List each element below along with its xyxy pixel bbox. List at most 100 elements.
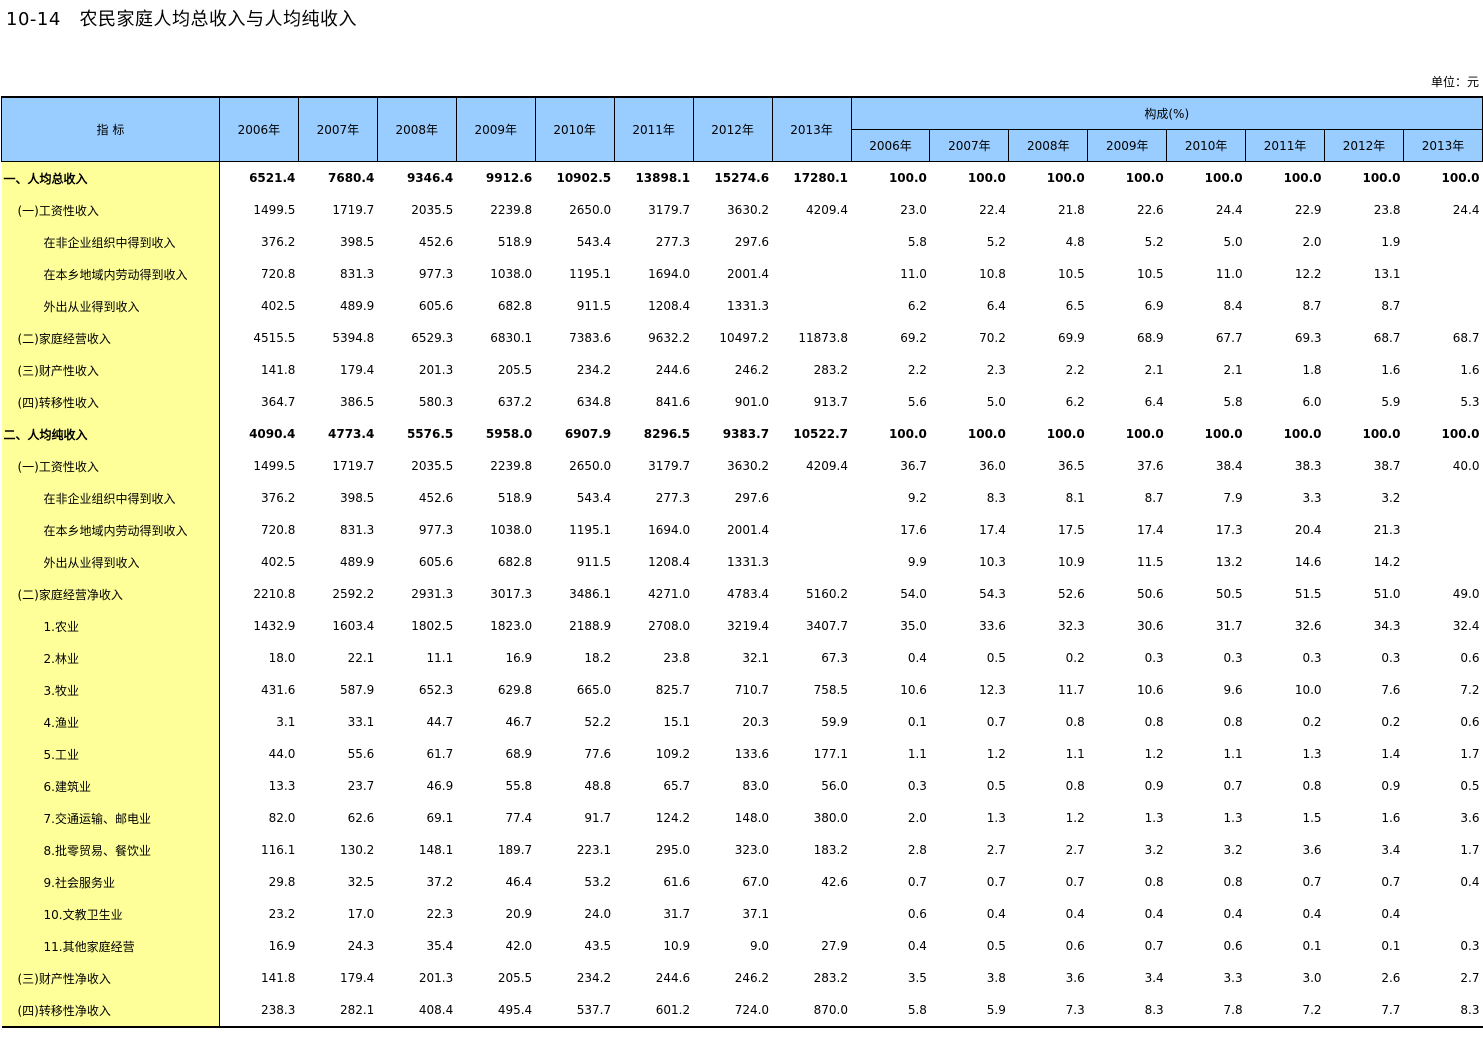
indicator-header: 指 标 [1, 96, 220, 162]
composition-header: 构成(%) [850, 96, 1483, 130]
composition-cell: 10.5 [1058, 267, 1085, 281]
value-cell: 5160.2 [806, 587, 848, 601]
composition-cell: 1.1 [1065, 747, 1085, 761]
value-cell: 605.6 [418, 555, 454, 569]
value-cell: 682.8 [497, 555, 533, 569]
composition-cell: 3.6 [1065, 971, 1085, 985]
value-cell: 2188.9 [569, 619, 612, 633]
value-cell: 8296.5 [643, 427, 691, 441]
composition-cell: 1.2 [1144, 747, 1164, 761]
composition-cell: 70.2 [979, 331, 1006, 345]
composition-cell: 0.8 [1065, 715, 1085, 729]
value-cell: 6521.4 [249, 171, 296, 185]
composition-cell: 0.8 [1065, 779, 1085, 793]
composition-cell: 7.6 [1381, 683, 1401, 697]
value-cell: 46.9 [426, 779, 454, 793]
table-row: 在本乡地域内劳动得到收入 720.8 831.3 977.3 1038.0 1195.1 1… [1, 258, 1483, 290]
value-cell: 37.2 [426, 875, 454, 889]
composition-cell: 0.4 [1144, 907, 1164, 921]
composition-cell: 40.0 [1452, 459, 1480, 473]
composition-cell [1403, 546, 1482, 578]
value-cell: 24.3 [347, 939, 375, 953]
value-cell: 10.9 [663, 939, 691, 953]
composition-cell: 0.8 [1302, 779, 1322, 793]
composition-cell: 2.2 [907, 363, 927, 377]
value-cell: 62.6 [347, 811, 375, 825]
composition-cell: 5.2 [986, 235, 1006, 249]
value-cell: 133.6 [734, 747, 770, 761]
composition-cell: 8.3 [1403, 994, 1483, 1028]
composition-cell [1403, 226, 1482, 258]
value-cell: 68.9 [505, 747, 533, 761]
value-cell: 201.3 [418, 971, 454, 985]
value-cell: 61.7 [426, 747, 454, 761]
value-cell: 7383.6 [569, 331, 612, 345]
composition-cell: 0.6 [907, 907, 927, 921]
composition-cell: 100.0 [1283, 427, 1322, 441]
income-table: 指 标 2006年 2007年 2008年 2009年 2010年 2011年 … [1, 96, 1483, 1028]
value-cell: 402.5 [261, 555, 296, 569]
composition-cell: 5.3 [1460, 395, 1480, 409]
composition-cell: 100.0 [1362, 171, 1401, 185]
value-cell: 1038.0 [490, 267, 533, 281]
value-cell: 141.8 [261, 363, 296, 377]
value-cell: 32.5 [347, 875, 375, 889]
composition-cell: 100.0 [967, 427, 1006, 441]
value-cell: 61.6 [663, 875, 691, 889]
composition-cell: 38.7 [1373, 459, 1401, 473]
composition-cell: 23.0 [900, 203, 927, 217]
row-label: 3.牧业 [1, 674, 220, 706]
table-row: (三)财产性收入 141.8 179.4 201.3 205.5 234.2 244.6 24… [1, 354, 1483, 386]
composition-cell [1403, 482, 1482, 514]
composition-cell: 0.6 [1460, 715, 1480, 729]
composition-cell: 0.5 [986, 779, 1006, 793]
value-cell: 283.2 [813, 363, 848, 377]
composition-cell: 0.4 [907, 939, 927, 953]
composition-cell: 1.2 [986, 747, 1006, 761]
composition-cell: 50.6 [1136, 587, 1164, 601]
value-cell: 9912.6 [485, 171, 533, 185]
value-cell: 56.0 [821, 779, 848, 793]
row-label: 在本乡地域内劳动得到收入 [1, 514, 220, 546]
table-header: 指 标 2006年 2007年 2008年 2009年 2010年 2011年 … [1, 96, 1483, 162]
value-cell: 720.8 [261, 267, 296, 281]
table-row: 10.文教卫生业 23.2 17.0 22.3 20.9 24.0 31.7 37.1 0.6 0… [1, 898, 1483, 930]
value-cell [772, 546, 851, 578]
value-cell: 3179.7 [648, 459, 691, 473]
composition-cell: 10.3 [979, 555, 1006, 569]
comp-year-header: 2013年 [1402, 129, 1483, 162]
value-cell: 205.5 [497, 971, 533, 985]
composition-cell: 0.5 [986, 651, 1006, 665]
unit-label: 单位：元 [1430, 75, 1479, 89]
value-cell: 398.5 [339, 491, 375, 505]
value-cell: 4271.0 [648, 587, 691, 601]
composition-cell: 1.7 [1460, 747, 1480, 761]
value-cell: 5958.0 [485, 427, 533, 441]
composition-cell: 11.7 [1058, 683, 1085, 697]
composition-cell: 13.2 [1215, 555, 1243, 569]
composition-cell: 50.5 [1215, 587, 1243, 601]
composition-cell: 68.7 [1373, 331, 1401, 345]
composition-cell: 30.6 [1136, 619, 1164, 633]
table-row: (二)家庭经营净收入 2210.8 2592.2 2931.3 3017.3 3486.1… [1, 578, 1483, 610]
value-cell: 977.3 [418, 267, 454, 281]
composition-cell: 7.9 [1223, 491, 1243, 505]
table-row: 一、人均总收入 6521.4 7680.4 9346.4 9912.6 10902.5 13… [1, 161, 1483, 194]
composition-cell: 0.9 [1381, 779, 1401, 793]
composition-cell: 68.7 [1452, 331, 1480, 345]
value-cell: 9383.7 [722, 427, 770, 441]
composition-cell: 52.6 [1058, 587, 1085, 601]
composition-cell: 0.4 [1460, 875, 1480, 889]
composition-cell: 2.0 [907, 811, 927, 825]
composition-cell: 54.0 [900, 587, 927, 601]
value-cell [772, 258, 851, 290]
composition-cell: 22.9 [1294, 203, 1322, 217]
row-label: 10.文教卫生业 [1, 898, 220, 930]
value-cell: 1802.5 [411, 619, 454, 633]
value-cell [772, 482, 851, 514]
table-row: 9.社会服务业 29.8 32.5 37.2 46.4 53.2 61.6 67.0 42.6 0… [1, 866, 1483, 898]
value-cell: 2708.0 [648, 619, 691, 633]
value-cell: 3630.2 [727, 459, 770, 473]
composition-cell: 100.0 [1204, 171, 1243, 185]
value-cell: 1719.7 [332, 459, 375, 473]
